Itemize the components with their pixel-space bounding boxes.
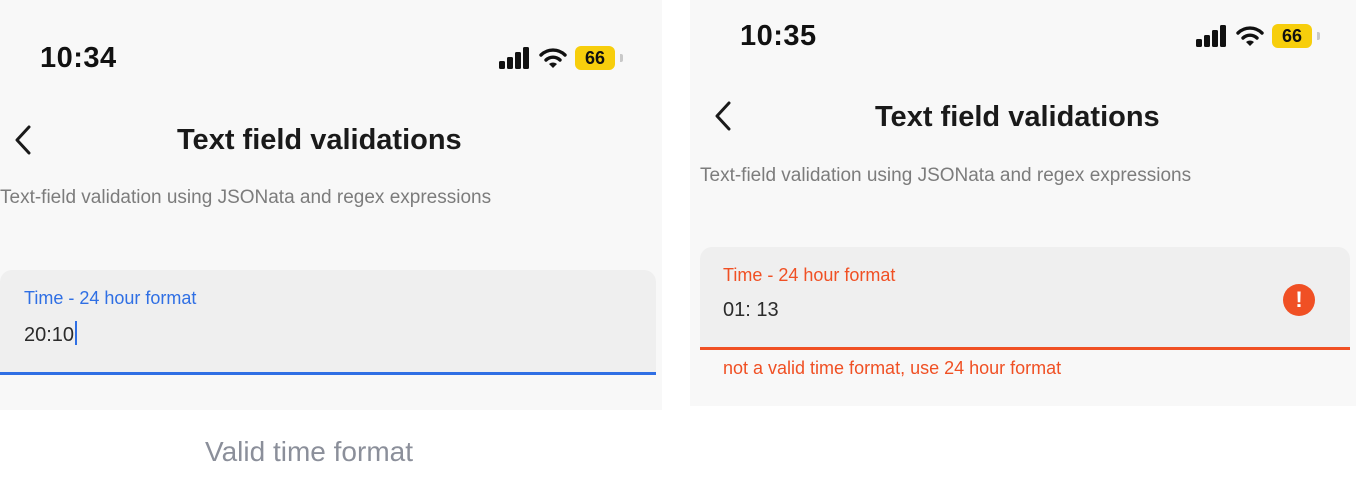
- exclamation-icon: !: [1283, 284, 1315, 316]
- field-value[interactable]: 20:10: [24, 324, 74, 346]
- field-value[interactable]: 01: 13: [723, 299, 779, 322]
- battery-level: 66: [575, 46, 615, 70]
- text-cursor: [75, 321, 78, 345]
- wifi-icon: [539, 48, 567, 68]
- field-label: Time - 24 hour format: [24, 288, 197, 308]
- error-message: not a valid time format, use 24 hour for…: [723, 358, 1062, 378]
- status-time: 10:35: [740, 20, 817, 52]
- battery-level: 66: [1272, 24, 1312, 48]
- status-icons: 66: [499, 46, 623, 70]
- field-underline: [0, 372, 656, 375]
- caption: Valid time format: [205, 436, 413, 467]
- field-label: Time - 24 hour format: [723, 265, 896, 285]
- chevron-left-icon[interactable]: [714, 101, 732, 131]
- status-icons: 66: [1196, 24, 1320, 48]
- field-underline: [700, 347, 1350, 350]
- battery-icon: 66: [1272, 24, 1320, 48]
- time-input-field[interactable]: Time - 24 hour format 20:10: [0, 270, 656, 375]
- signal-icon: [1196, 25, 1226, 47]
- wifi-icon: [1236, 26, 1264, 46]
- page-title: Text field validations: [177, 124, 462, 156]
- page-description: Text-field validation using JSONata and …: [0, 187, 492, 208]
- signal-icon: [499, 47, 529, 69]
- field-value-wrap[interactable]: 20:10: [24, 321, 78, 347]
- battery-icon: 66: [575, 46, 623, 70]
- chevron-left-icon[interactable]: [14, 125, 32, 155]
- page-description: Text-field validation using JSONata and …: [700, 165, 1192, 186]
- page-title: Text field validations: [875, 101, 1160, 133]
- status-time: 10:34: [40, 42, 117, 74]
- time-input-field[interactable]: Time - 24 hour format 01: 13 !: [700, 247, 1350, 350]
- right-phone-screen: 10:35 66 Text field validations Text-fie…: [690, 0, 1356, 406]
- left-phone-screen: 10:34 66 Text field validations Text-fie…: [0, 0, 662, 410]
